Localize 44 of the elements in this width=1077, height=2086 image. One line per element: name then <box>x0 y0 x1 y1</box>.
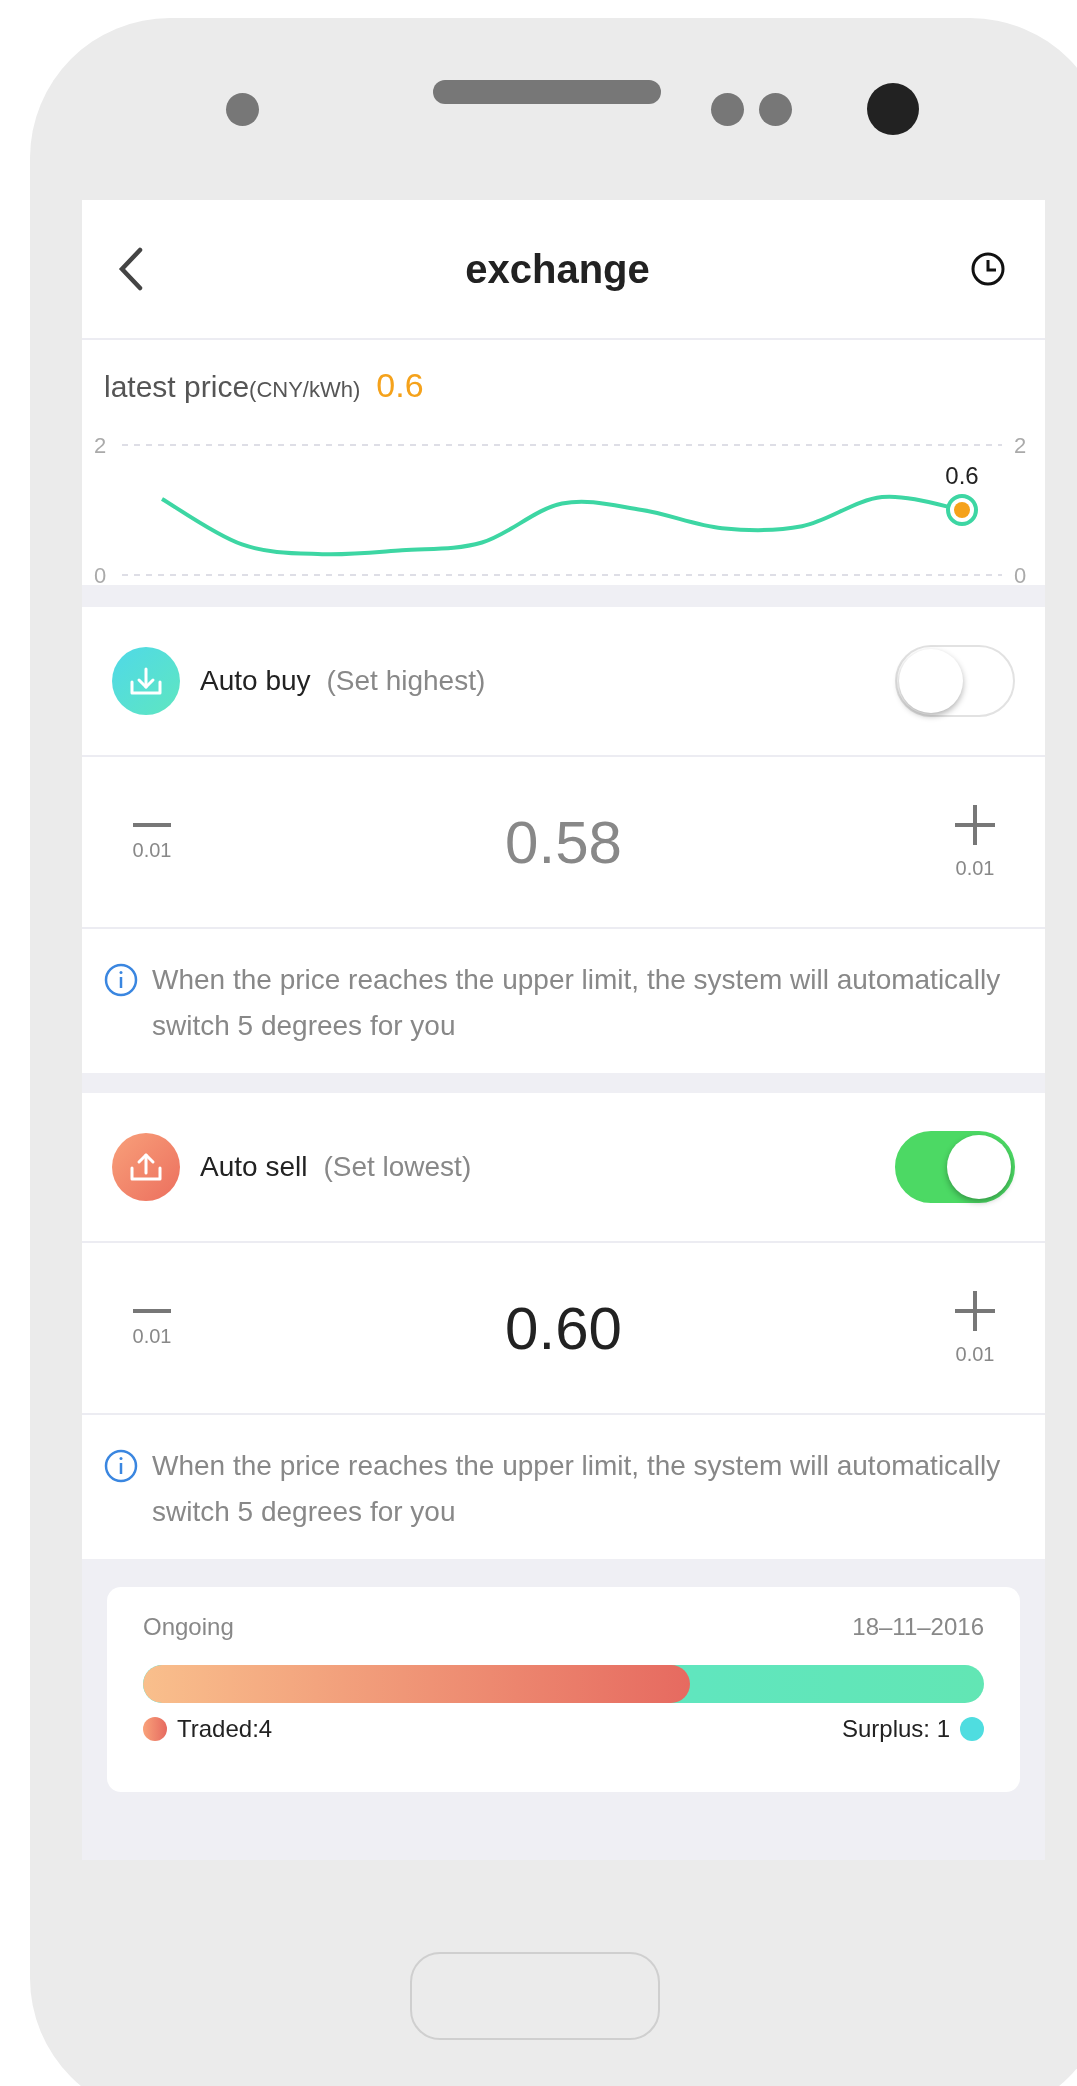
plus-icon <box>955 1290 995 1331</box>
setting-title: Auto buy <box>200 665 311 697</box>
legend-dot <box>143 1717 167 1741</box>
price-value: 0.6 <box>376 366 424 405</box>
price-setting-value: 0.60 <box>505 1293 622 1363</box>
sensor-dot <box>711 92 744 126</box>
traded-count: Traded:4 <box>177 1715 273 1743</box>
minus-icon <box>133 822 171 827</box>
setting-hint: (Set highest) <box>326 665 487 697</box>
axis-tick-label: 0 <box>93 563 107 585</box>
toggle-switch[interactable] <box>895 1131 1015 1203</box>
back-icon[interactable] <box>118 247 144 291</box>
download-icon <box>129 666 163 696</box>
info-icon <box>104 1449 138 1483</box>
sensor-dot <box>226 92 259 126</box>
increment-button[interactable]: 0.01 <box>945 804 1005 880</box>
axis-tick-label: 2 <box>93 433 107 458</box>
axis-tick-label: 0 <box>1013 563 1027 585</box>
minus-icon <box>133 1308 171 1313</box>
axis-tick-label: 2 <box>1013 433 1027 458</box>
camera-lens <box>867 83 919 135</box>
sensor-dot <box>759 92 792 126</box>
decrement-button[interactable]: 0.01 <box>122 822 182 862</box>
toggle-switch[interactable] <box>895 645 1015 717</box>
plus-icon <box>955 804 995 845</box>
increment-button[interactable]: 0.01 <box>945 1290 1005 1366</box>
setting-hint: (Set lowest) <box>323 1151 473 1183</box>
clock-icon[interactable] <box>971 252 1005 286</box>
screen-title: exchange <box>465 246 650 292</box>
setting-title: Auto sell <box>200 1151 308 1183</box>
home-button[interactable] <box>410 1952 660 2040</box>
latest-point-marker <box>946 494 978 526</box>
info-text: When the price reaches the upper limit, the system will automatically switch 5 degrees for you <box>152 1449 1002 1529</box>
decrement-button[interactable]: 0.01 <box>122 1308 182 1348</box>
status-label: Ongoing <box>143 1613 234 1641</box>
price-label: latest price(CNY/kWh) <box>104 370 361 404</box>
upload-icon <box>129 1152 163 1182</box>
legend-dot <box>960 1717 984 1741</box>
info-text: When the price reaches the upper limit, the system will automatically switch 5 degrees for you <box>152 963 1002 1043</box>
info-icon <box>104 963 138 997</box>
date-label: 18–11–2016 <box>852 1613 984 1641</box>
price-setting-value: 0.58 <box>505 807 622 877</box>
point-value-label: 0.6 <box>945 462 979 489</box>
surplus-count: Surplus: 1 <box>841 1715 950 1743</box>
